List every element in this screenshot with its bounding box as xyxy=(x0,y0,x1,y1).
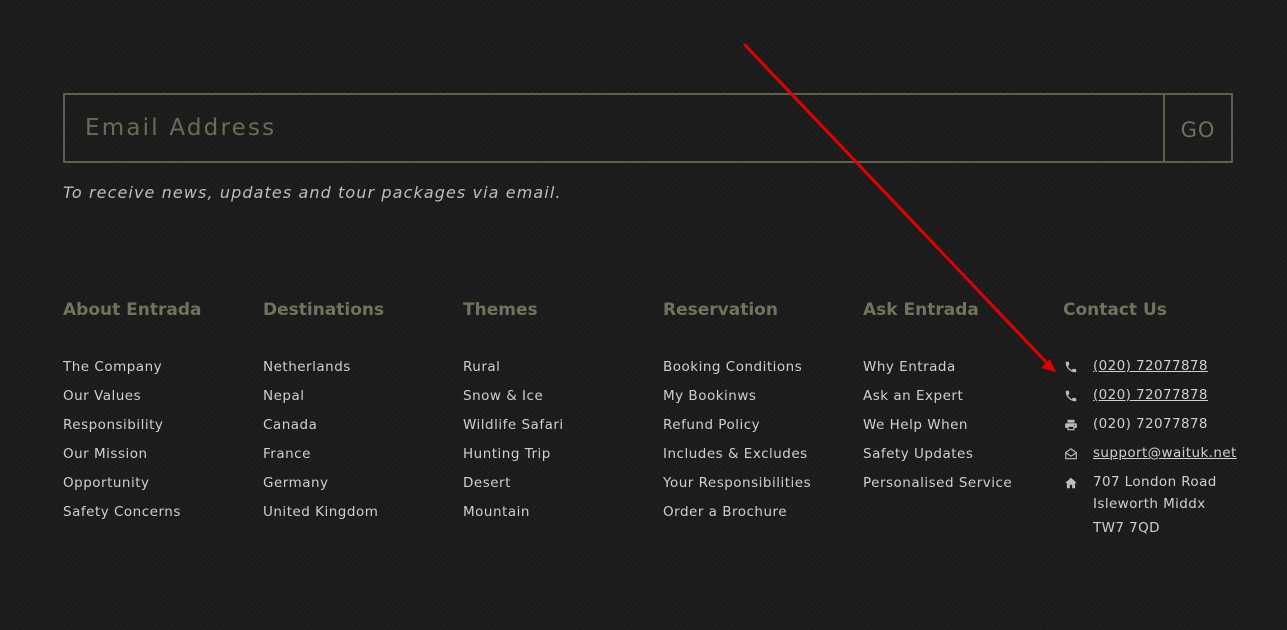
column-heading: About Entrada xyxy=(63,300,202,320)
link-netherlands[interactable]: Netherlands xyxy=(263,359,351,375)
home-icon xyxy=(1063,468,1079,497)
link-we-help-when[interactable]: We Help When xyxy=(863,417,968,433)
link-ask-expert[interactable]: Ask an Expert xyxy=(863,388,963,404)
link-desert[interactable]: Desert xyxy=(463,475,511,491)
link-responsibility[interactable]: Responsibility xyxy=(63,417,163,433)
link-united-kingdom[interactable]: United Kingdom xyxy=(263,504,378,520)
address-line: Isleworth Middx xyxy=(1093,496,1206,512)
column-heading: Contact Us xyxy=(1063,300,1167,320)
link-wildlife-safari[interactable]: Wildlife Safari xyxy=(463,417,564,433)
newsletter-form: GO xyxy=(63,93,1233,163)
column-heading: Themes xyxy=(463,300,538,320)
link-snow-ice[interactable]: Snow & Ice xyxy=(463,388,543,404)
contact-fax: (020) 72077878 xyxy=(1063,410,1287,439)
about-column: About Entrada The Company Our Values Res… xyxy=(63,298,263,526)
link-order-brochure[interactable]: Order a Brochure xyxy=(663,504,787,520)
contact-phone-1: (020) 72077878 xyxy=(1063,352,1287,381)
contact-address: 707 London Road Isleworth Middx TW7 7QD xyxy=(1063,468,1287,540)
link-rural[interactable]: Rural xyxy=(463,359,500,375)
fax-icon xyxy=(1063,410,1079,439)
link-our-values[interactable]: Our Values xyxy=(63,388,141,404)
email-link[interactable]: support@waituk.net xyxy=(1093,439,1237,468)
link-why-entrada[interactable]: Why Entrada xyxy=(863,359,956,375)
ask-entrada-links: Why Entrada Ask an Expert We Help When S… xyxy=(863,352,1063,497)
link-my-bookings[interactable]: My Bookinws xyxy=(663,388,756,404)
column-heading: Destinations xyxy=(263,300,385,320)
address-line: TW7 7QD xyxy=(1093,520,1160,536)
reservation-column: Reservation Booking Conditions My Bookin… xyxy=(663,298,863,526)
destinations-links: Netherlands Nepal Canada France Germany … xyxy=(263,352,463,526)
link-your-responsibilities[interactable]: Your Responsibilities xyxy=(663,475,811,491)
phone-link[interactable]: (020) 72077878 xyxy=(1093,352,1208,381)
link-nepal[interactable]: Nepal xyxy=(263,388,305,404)
go-button[interactable]: GO xyxy=(1163,95,1231,161)
themes-links: Rural Snow & Ice Wildlife Safari Hunting… xyxy=(463,352,663,526)
link-safety-concerns[interactable]: Safety Concerns xyxy=(63,504,181,520)
link-refund-policy[interactable]: Refund Policy xyxy=(663,417,760,433)
contact-email: support@waituk.net xyxy=(1063,439,1287,468)
about-links: The Company Our Values Responsibility Ou… xyxy=(63,352,263,526)
column-heading: Reservation xyxy=(663,300,778,320)
footer: GO To receive news, updates and tour pac… xyxy=(0,0,1287,630)
link-our-mission[interactable]: Our Mission xyxy=(63,446,148,462)
link-hunting-trip[interactable]: Hunting Trip xyxy=(463,446,551,462)
email-input[interactable] xyxy=(65,95,1163,161)
phone-link[interactable]: (020) 72077878 xyxy=(1093,381,1208,410)
link-personalised-service[interactable]: Personalised Service xyxy=(863,475,1012,491)
contact-column: Contact Us (020) 72077878 (020) 72077878… xyxy=(1063,298,1287,540)
themes-column: Themes Rural Snow & Ice Wildlife Safari … xyxy=(463,298,663,526)
link-france[interactable]: France xyxy=(263,446,311,462)
envelope-icon xyxy=(1063,439,1079,468)
destinations-column: Destinations Netherlands Nepal Canada Fr… xyxy=(263,298,463,526)
link-canada[interactable]: Canada xyxy=(263,417,317,433)
link-germany[interactable]: Germany xyxy=(263,475,329,491)
phone-icon xyxy=(1063,381,1079,410)
column-heading: Ask Entrada xyxy=(863,300,979,320)
ask-entrada-column: Ask Entrada Why Entrada Ask an Expert We… xyxy=(863,298,1063,497)
address: 707 London Road Isleworth Middx TW7 7QD xyxy=(1093,468,1217,540)
link-safety-updates[interactable]: Safety Updates xyxy=(863,446,973,462)
link-the-company[interactable]: The Company xyxy=(63,359,162,375)
contact-phone-2: (020) 72077878 xyxy=(1063,381,1287,410)
link-mountain[interactable]: Mountain xyxy=(463,504,530,520)
fax-number: (020) 72077878 xyxy=(1093,416,1208,432)
contact-list: (020) 72077878 (020) 72077878 (020) 7207… xyxy=(1063,352,1287,540)
newsletter-note: To receive news, updates and tour packag… xyxy=(63,183,562,202)
link-opportunity[interactable]: Opportunity xyxy=(63,475,150,491)
link-booking-conditions[interactable]: Booking Conditions xyxy=(663,359,802,375)
phone-icon xyxy=(1063,352,1079,381)
address-line: 707 London Road xyxy=(1093,474,1217,490)
link-includes-excludes[interactable]: Includes & Excludes xyxy=(663,446,808,462)
reservation-links: Booking Conditions My Bookinws Refund Po… xyxy=(663,352,863,526)
